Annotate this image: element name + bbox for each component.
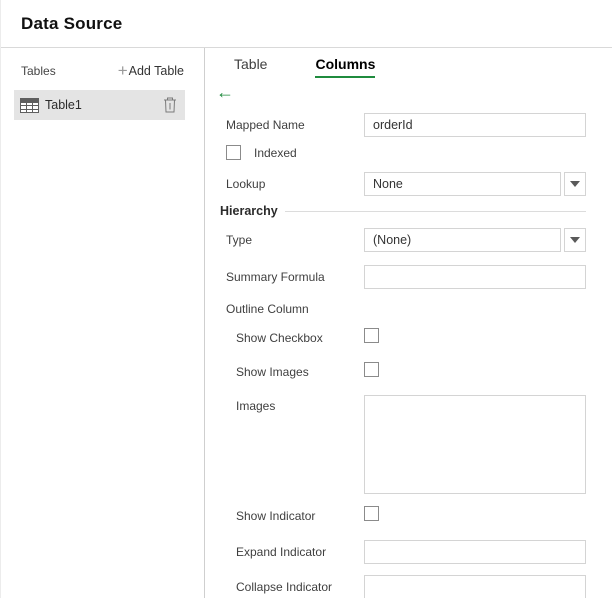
plus-icon: + bbox=[117, 61, 128, 80]
outline-column-label: Outline Column bbox=[226, 302, 309, 316]
table-name: Table1 bbox=[45, 98, 82, 112]
data-source-dialog: Data Source Tables + Add Table Table1 Ta… bbox=[0, 0, 612, 598]
type-dropdown-button[interactable] bbox=[564, 228, 586, 252]
trash-icon[interactable] bbox=[163, 97, 177, 113]
dialog-header: Data Source bbox=[1, 0, 612, 48]
expand-indicator-label: Expand Indicator bbox=[236, 545, 327, 559]
lookup-value: None bbox=[364, 172, 561, 196]
show-images-label: Show Images bbox=[236, 365, 309, 379]
summary-formula-label: Summary Formula bbox=[226, 270, 325, 284]
table-list-item[interactable]: Table1 bbox=[14, 90, 185, 120]
add-table-label: Add Table bbox=[128, 64, 184, 78]
outline-column-row: Outline Column bbox=[205, 302, 586, 316]
section-divider bbox=[284, 210, 586, 212]
indexed-row: Indexed bbox=[205, 145, 586, 160]
show-checkbox-row: Show Checkbox bbox=[205, 328, 586, 348]
arrow-left-icon[interactable]: ← bbox=[216, 83, 242, 102]
hierarchy-section-header: Hierarchy bbox=[205, 204, 586, 218]
collapse-indicator-input[interactable] bbox=[364, 575, 586, 598]
lookup-row: Lookup None bbox=[205, 172, 586, 196]
add-table-button[interactable]: + Add Table bbox=[117, 61, 184, 80]
images-textarea[interactable] bbox=[364, 395, 586, 494]
type-label: Type bbox=[226, 233, 253, 247]
images-label: Images bbox=[236, 399, 276, 413]
table-icon bbox=[20, 97, 39, 113]
chevron-down-icon bbox=[570, 237, 580, 243]
tables-sidebar: Tables + Add Table Table1 bbox=[1, 48, 205, 598]
mapped-name-input[interactable] bbox=[364, 113, 586, 137]
images-row: Images bbox=[205, 395, 586, 494]
indexed-checkbox[interactable] bbox=[226, 145, 241, 160]
collapse-indicator-row: Collapse Indicator bbox=[205, 575, 586, 598]
show-indicator-row: Show Indicator bbox=[205, 506, 586, 526]
show-indicator-label: Show Indicator bbox=[236, 509, 316, 523]
mapped-name-label: Mapped Name bbox=[226, 118, 305, 132]
show-checkbox-checkbox[interactable] bbox=[364, 328, 379, 343]
summary-formula-input[interactable] bbox=[364, 265, 586, 289]
tab-columns[interactable]: Columns bbox=[315, 56, 376, 78]
chevron-down-icon bbox=[570, 181, 580, 187]
show-checkbox-label: Show Checkbox bbox=[236, 331, 323, 345]
expand-indicator-input[interactable] bbox=[364, 540, 586, 564]
expand-indicator-row: Expand Indicator bbox=[205, 540, 586, 564]
indexed-label: Indexed bbox=[254, 145, 297, 160]
hierarchy-label: Hierarchy bbox=[220, 204, 278, 218]
panel-tabs: Table Columns bbox=[234, 56, 612, 78]
lookup-dropdown[interactable]: None bbox=[364, 172, 586, 196]
page-title: Data Source bbox=[21, 13, 123, 33]
mapped-name-row: Mapped Name bbox=[205, 113, 586, 137]
show-indicator-checkbox[interactable] bbox=[364, 506, 379, 521]
type-row: Type (None) bbox=[205, 228, 586, 252]
tab-table[interactable]: Table bbox=[234, 56, 267, 78]
collapse-indicator-label: Collapse Indicator bbox=[236, 580, 333, 594]
tables-label: Tables bbox=[21, 64, 56, 78]
summary-formula-row: Summary Formula bbox=[205, 265, 586, 289]
show-images-row: Show Images bbox=[205, 362, 586, 382]
lookup-label: Lookup bbox=[226, 177, 266, 191]
type-value: (None) bbox=[364, 228, 561, 252]
lookup-dropdown-button[interactable] bbox=[564, 172, 586, 196]
column-settings-panel: Table Columns ← Mapped Name Indexed Look… bbox=[205, 48, 612, 598]
show-images-checkbox[interactable] bbox=[364, 362, 379, 377]
type-dropdown[interactable]: (None) bbox=[364, 228, 586, 252]
